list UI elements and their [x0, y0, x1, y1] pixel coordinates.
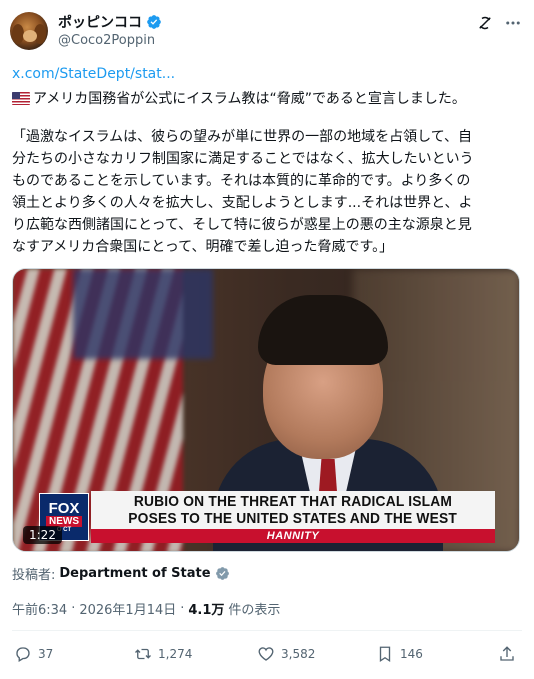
tweet-link[interactable]: x.com/StateDept/stat... — [12, 66, 175, 82]
video-player[interactable]: FOX NEWS O CT RUBIO ON THE THREAT THAT R… — [12, 268, 520, 552]
tweet-date[interactable]: 2026年1月14日 — [79, 599, 176, 618]
display-name[interactable]: ポッピンココ — [58, 12, 142, 32]
tweet-quote-text: 「過激なイスラムは、彼らの望みが単に世界の一部の地域を占領して、自 分たちの小さ… — [12, 129, 474, 255]
more-icon[interactable] — [504, 14, 522, 32]
like-icon — [258, 647, 274, 661]
reply-button[interactable]: 37 — [14, 642, 53, 666]
gov-badge-icon — [215, 567, 229, 580]
avatar[interactable] — [10, 12, 48, 50]
name-row: ポッピンココ — [58, 13, 162, 31]
action-bar: 37 1,274 3,582 146 — [14, 642, 520, 666]
view-count-label: 件の表示 — [228, 603, 281, 618]
tweet-text-main: アメリカ国務省が公式にイスラム教は“脅威”であると宣言しました。 — [33, 91, 466, 107]
share-icon — [500, 646, 514, 661]
reply-count: 37 — [38, 647, 54, 661]
view-count: 4.1万 — [188, 603, 225, 618]
bookmark-button[interactable]: 146 — [376, 642, 423, 666]
us-flag-icon — [12, 91, 30, 105]
grok-icon[interactable] — [476, 14, 494, 32]
repost-count: 1,274 — [158, 647, 193, 661]
verified-badge-icon — [147, 15, 161, 29]
tweet-text-line: アメリカ国務省が公式にイスラム教は“脅威”であると宣言しました。 — [12, 88, 466, 108]
repost-icon — [135, 648, 151, 660]
chyron-line-1: RUBIO ON THE THREAT THAT RADICAL ISLAM — [133, 493, 453, 510]
repost-button[interactable]: 1,274 — [134, 642, 192, 666]
attribution-name[interactable]: Department of State — [59, 566, 210, 581]
handle[interactable]: @Coco2Poppin — [58, 33, 155, 48]
like-button[interactable]: 3,582 — [257, 642, 315, 666]
video-duration: 1:22 — [23, 526, 62, 544]
bookmark-count: 146 — [400, 647, 423, 661]
reply-icon — [16, 647, 30, 662]
tweet-header: ポッピンココ @Coco2Poppin — [10, 10, 524, 52]
show-name: HANNITY — [266, 530, 320, 542]
like-count: 3,582 — [281, 647, 316, 661]
news-chyron: RUBIO ON THE THREAT THAT RADICAL ISLAM P… — [91, 491, 495, 543]
share-button[interactable] — [498, 642, 516, 666]
bookmark-icon — [379, 646, 391, 663]
attribution-label: 投稿者: — [12, 568, 56, 583]
chyron-line-2: POSES TO THE UNITED STATES AND THE WEST — [128, 510, 458, 527]
tweet-time[interactable]: 午前6:34 — [12, 599, 67, 618]
divider — [12, 630, 522, 631]
attribution-row: 投稿者: Department of State — [12, 564, 230, 583]
tweet-meta: 午前6:34 · 2026年1月14日 · 4.1万 件の表示 — [12, 599, 281, 618]
